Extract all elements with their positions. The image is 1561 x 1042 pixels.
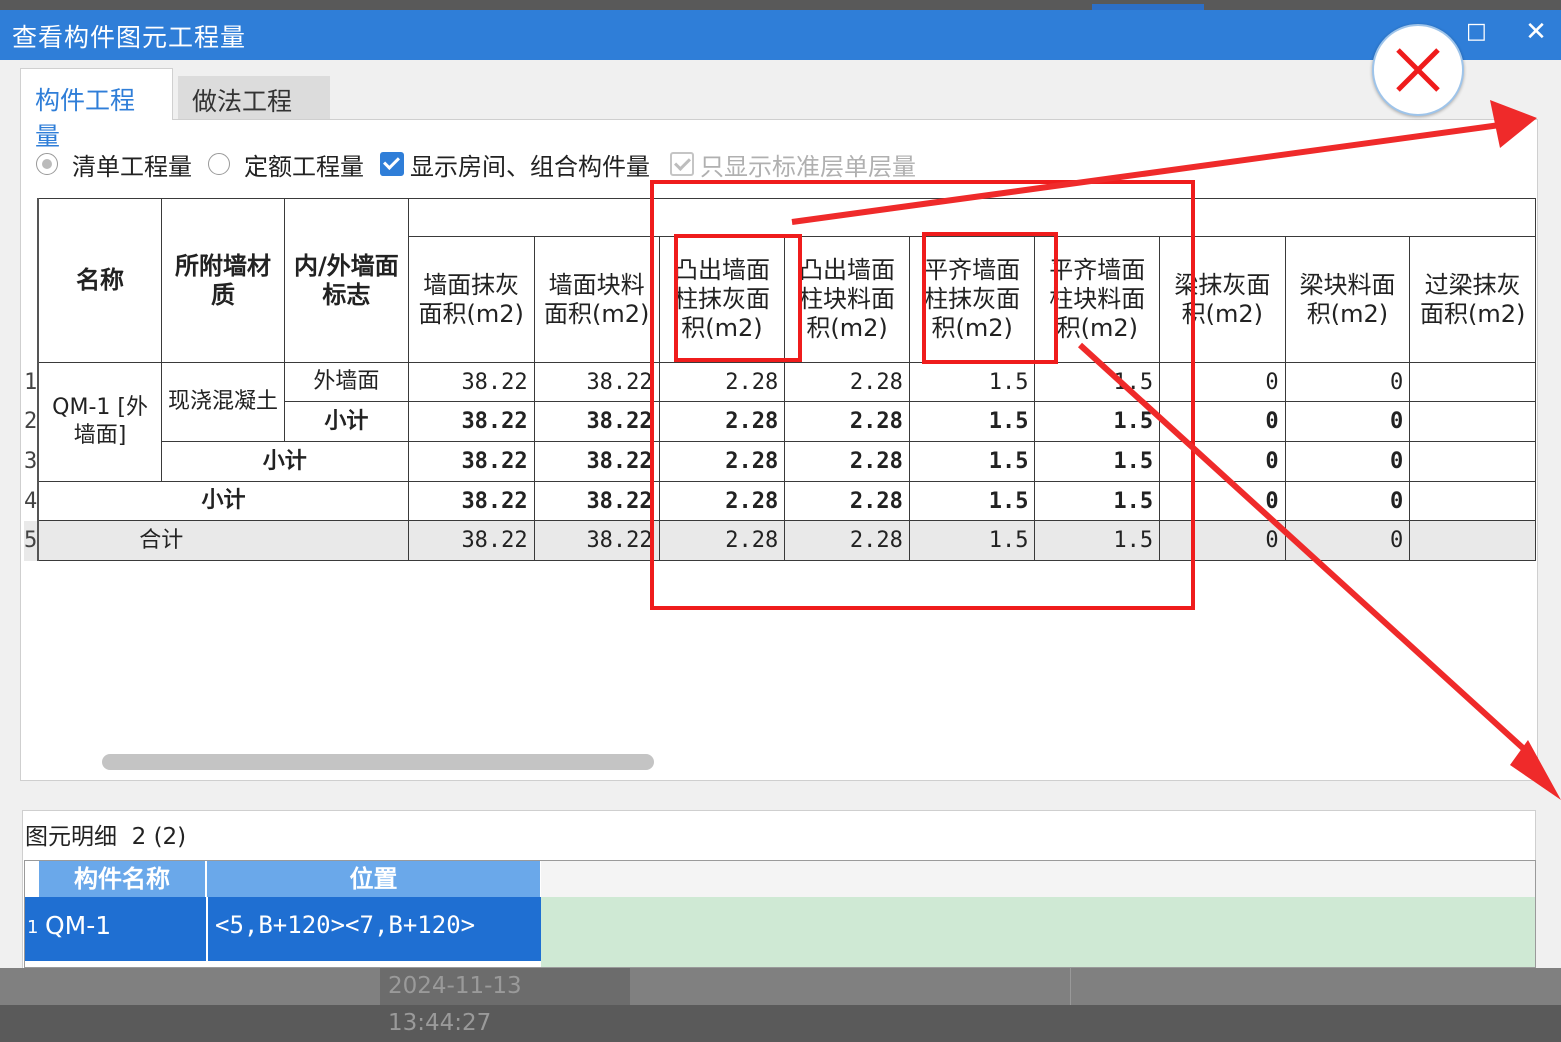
- col-header-wall-plaster[interactable]: 墙面抹灰面积(m2): [407, 236, 535, 363]
- status-timestamp: 2024-11-13 13:44:27: [380, 968, 630, 1036]
- value-cell[interactable]: [1409, 401, 1536, 442]
- row-number: 2: [24, 401, 40, 442]
- detail-position[interactable]: <5,B+120><7,B+120>: [215, 911, 475, 939]
- maximize-icon[interactable]: □: [1466, 21, 1487, 43]
- value-cell[interactable]: [1409, 520, 1536, 561]
- value-cell[interactable]: 38.22: [407, 401, 535, 442]
- tab-method-quantity[interactable]: 做法工程量: [178, 76, 330, 152]
- material-cell[interactable]: 现浇混凝土: [160, 362, 286, 442]
- detail-caption: 图元明细 2 (2): [25, 824, 187, 850]
- close-icon[interactable]: ✕: [1524, 19, 1548, 45]
- col-header-beam-tile[interactable]: 梁块料面积(m2): [1284, 236, 1411, 363]
- value-cell[interactable]: 38.22: [533, 441, 660, 482]
- horizontal-scrollbar[interactable]: [102, 754, 654, 770]
- radio-dinge[interactable]: [208, 153, 230, 175]
- value-cell[interactable]: 0: [1284, 362, 1411, 402]
- standard-floor-label: 只显示标准层单层量: [700, 152, 916, 181]
- col-header-name[interactable]: 名称: [37, 198, 162, 363]
- value-cell[interactable]: 0: [1284, 401, 1411, 442]
- value-cell[interactable]: 38.22: [533, 520, 660, 561]
- detail-component-name[interactable]: QM-1: [45, 911, 111, 940]
- radio-qingdan[interactable]: [36, 153, 58, 175]
- col-header-wall-tile[interactable]: 墙面块料面积(m2): [533, 236, 660, 363]
- col-header-wall-type[interactable]: 内/外墙面标志: [284, 198, 409, 363]
- row-number: 1: [24, 362, 40, 402]
- detail-row-fill: [541, 897, 1535, 967]
- value-cell[interactable]: 0: [1284, 481, 1411, 521]
- value-cell[interactable]: [1409, 481, 1536, 521]
- detail-count: 2 (2): [131, 824, 187, 850]
- component-name-cell[interactable]: QM-1 [外墙面]: [37, 362, 162, 482]
- detail-header-position[interactable]: 位置: [207, 861, 541, 897]
- subtotal-label: 小计: [160, 441, 409, 482]
- standard-floor-checkbox[interactable]: [670, 152, 694, 176]
- annotation-box-flush: [922, 232, 1058, 364]
- detail-header-name[interactable]: 构件名称: [39, 861, 206, 897]
- value-cell[interactable]: 38.22: [407, 481, 535, 521]
- tab-component-quantity[interactable]: 构件工程量: [20, 68, 173, 151]
- status-bar: 2024-11-13 13:44:27: [0, 968, 1561, 1036]
- value-cell[interactable]: 38.22: [407, 362, 535, 402]
- value-cell[interactable]: 38.22: [533, 362, 660, 402]
- wall-type-cell[interactable]: 外墙面: [284, 362, 409, 402]
- subtotal-label: 小计: [284, 401, 409, 442]
- value-cell[interactable]: 0: [1284, 441, 1411, 482]
- dialog-titlebar: 查看构件图元工程量 □ ✕: [0, 10, 1561, 60]
- status-separator: [1070, 968, 1071, 1005]
- radio-qingdan-label[interactable]: 清单工程量: [72, 147, 192, 182]
- row-number-header: [24, 198, 40, 363]
- col-header-material[interactable]: 所附墙材质: [160, 198, 286, 363]
- subtotal-label: 小计: [37, 481, 409, 521]
- annotation-x-icon: [1372, 24, 1464, 116]
- show-rooms-checkbox[interactable]: [380, 152, 404, 176]
- row-number: 3: [24, 441, 40, 482]
- row-number: 5: [24, 520, 40, 561]
- detail-header-blank: [541, 861, 1535, 898]
- row-number: 4: [24, 481, 40, 521]
- detail-grid[interactable]: 构件名称 位置 1 QM-1 <5,B+120><7,B+120>: [24, 860, 1536, 968]
- total-label: 合计: [37, 520, 409, 561]
- radio-dinge-label[interactable]: 定额工程量: [244, 147, 364, 182]
- value-cell[interactable]: 38.22: [407, 520, 535, 561]
- background-app-bar: [0, 0, 1561, 10]
- detail-row-number: 1: [27, 917, 39, 938]
- show-rooms-label[interactable]: 显示房间、组合构件量: [410, 147, 650, 182]
- col-header-lintel-plaster[interactable]: 过梁抹灰面积(m2): [1409, 236, 1536, 363]
- value-cell[interactable]: [1409, 362, 1536, 402]
- value-cell[interactable]: 38.22: [533, 481, 660, 521]
- dialog-title: 查看构件图元工程量: [12, 23, 247, 52]
- options-bar: 清单工程量 定额工程量 显示房间、组合构件量 只显示标准层单层量: [36, 147, 916, 182]
- annotation-box-protruding: [674, 234, 802, 362]
- value-cell[interactable]: 0: [1284, 520, 1411, 561]
- detail-col-separator: [206, 897, 208, 967]
- value-cell[interactable]: 38.22: [407, 441, 535, 482]
- value-cell[interactable]: 38.22: [533, 401, 660, 442]
- value-cell[interactable]: [1409, 441, 1536, 482]
